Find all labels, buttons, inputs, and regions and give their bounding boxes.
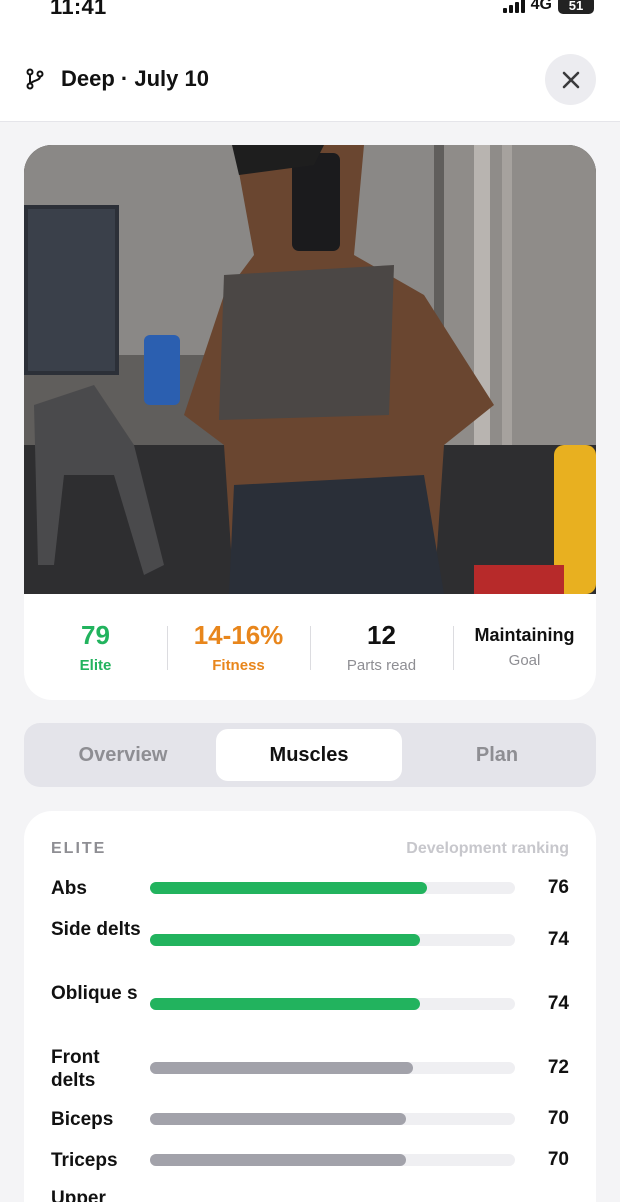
network-label: 4G — [530, 0, 552, 13]
muscle-score: 74 — [547, 993, 569, 1014]
battery-icon: 51 — [558, 0, 594, 14]
view-tabs: Overview Muscles Plan — [24, 723, 596, 787]
muscle-name: Oblique s — [51, 983, 138, 1004]
muscle-ranking-card: ELITE Development ranking Abs 76 Side de… — [24, 811, 596, 1202]
stats-row: 79 Elite 14-16% Fitness 12 Parts read Ma… — [24, 594, 596, 700]
muscle-bar-track — [150, 1113, 515, 1125]
stat-body-fat: 14-16% Fitness — [167, 620, 310, 674]
muscle-name: Abs — [51, 878, 87, 899]
stat-goal: Maintaining Goal — [453, 625, 596, 669]
tier-label: ELITE — [51, 840, 107, 857]
battery-level: 51 — [568, 0, 584, 13]
tab-muscles[interactable]: Muscles — [216, 729, 402, 781]
ranking-header: Development ranking — [406, 840, 569, 857]
muscle-score: 72 — [547, 1057, 569, 1078]
muscle-bar-track — [150, 998, 515, 1010]
muscle-bar-fill — [150, 1062, 413, 1074]
scan-summary-card: 79 Elite 14-16% Fitness 12 Parts read Ma… — [24, 145, 596, 700]
muscle-bar-track — [150, 934, 515, 946]
stat-score: 79 Elite — [24, 620, 167, 674]
stat-label: Goal — [508, 652, 541, 669]
stat-label: Fitness — [212, 657, 265, 674]
muscle-name: Biceps — [51, 1109, 114, 1130]
muscle-bar-track — [150, 882, 515, 894]
status-indicators: 4G 51 — [502, 0, 594, 14]
stat-label: Elite — [79, 657, 112, 674]
tab-plan[interactable]: Plan — [404, 729, 590, 781]
muscle-bar-track — [150, 1062, 515, 1074]
muscle-bar-fill — [150, 882, 428, 894]
muscle-name: Front delts — [51, 1047, 100, 1091]
close-button[interactable] — [545, 54, 596, 105]
muscle-score: 70 — [547, 1149, 569, 1170]
stat-value: 14-16% — [193, 620, 284, 650]
signal-icon — [502, 0, 525, 13]
muscle-bar-track — [150, 1154, 515, 1166]
tab-overview[interactable]: Overview — [30, 729, 216, 781]
stat-parts-read: 12 Parts read — [310, 620, 453, 674]
header: Deep · July 10 — [0, 30, 620, 122]
muscle-score: 76 — [547, 877, 569, 898]
stat-label: Parts read — [346, 657, 417, 674]
muscle-bar-fill — [150, 998, 421, 1010]
stat-value: 12 — [367, 620, 396, 650]
muscle-score: 74 — [547, 929, 569, 950]
muscle-name: Side delts — [51, 919, 141, 940]
close-icon — [562, 71, 579, 88]
muscle-bar-fill — [150, 934, 421, 946]
muscle-bar-fill — [150, 1154, 406, 1166]
status-time: 11:41 — [50, 0, 107, 19]
branch-icon — [26, 68, 44, 90]
stat-value: 79 — [81, 620, 110, 650]
muscle-score: 70 — [547, 1108, 569, 1129]
muscle-name: Upper — [51, 1188, 106, 1202]
stat-value: Maintaining — [474, 625, 575, 645]
muscle-bar-fill — [150, 1113, 406, 1125]
muscle-name: Triceps — [51, 1150, 118, 1171]
progress-photo[interactable] — [24, 145, 596, 594]
page-title: Deep · July 10 — [61, 66, 209, 91]
status-bar: 11:41 4G 51 — [0, 0, 620, 30]
